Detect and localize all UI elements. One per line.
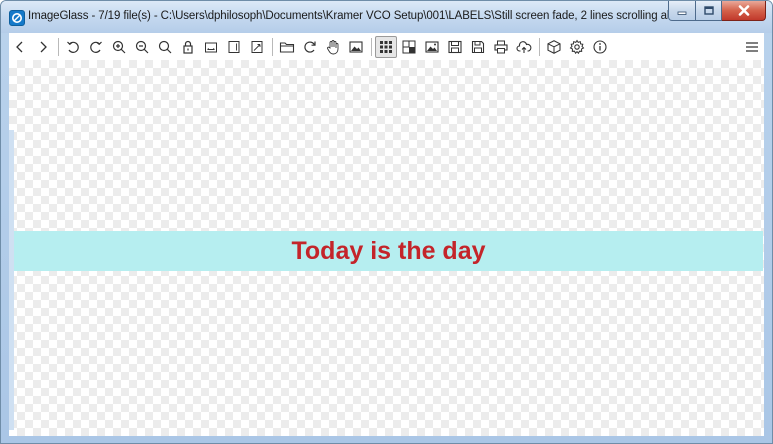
upload-icon <box>516 40 532 53</box>
chevron-right-icon <box>40 41 47 52</box>
scale-to-fit-button[interactable] <box>246 36 268 58</box>
box-icon <box>547 39 561 54</box>
minimize-icon <box>677 11 687 15</box>
main-menu-button[interactable] <box>741 36 763 58</box>
image-banner: Today is the day <box>14 231 763 271</box>
fullscreen-icon <box>425 40 439 53</box>
scale-width-icon <box>205 42 217 52</box>
go-to-image-button[interactable] <box>322 36 344 58</box>
picture-icon <box>349 40 363 53</box>
scale-height-icon <box>228 40 240 53</box>
close-icon <box>738 5 749 16</box>
full-screen-button[interactable] <box>421 36 443 58</box>
scale-fit-icon <box>251 40 263 53</box>
close-button[interactable] <box>722 1 766 21</box>
toolbar <box>9 33 764 60</box>
view-next-button[interactable] <box>32 36 54 58</box>
lock-icon <box>183 40 193 54</box>
slideshow-button[interactable] <box>444 36 466 58</box>
caption-buttons <box>668 1 766 21</box>
scale-to-width-button[interactable] <box>200 36 222 58</box>
checkerboard-button[interactable] <box>398 36 420 58</box>
imageglass-logo-icon <box>9 10 25 26</box>
toolbar-separator <box>272 37 273 56</box>
rotate-right-button[interactable] <box>85 36 107 58</box>
refresh-button[interactable] <box>299 36 321 58</box>
upload-button[interactable] <box>513 36 535 58</box>
save-button[interactable] <box>467 36 489 58</box>
hamburger-menu-icon <box>746 41 758 52</box>
zoom-in-button[interactable] <box>108 36 130 58</box>
print-icon <box>494 40 508 53</box>
open-file-button[interactable] <box>276 36 298 58</box>
zoom-out-button[interactable] <box>131 36 153 58</box>
settings-button[interactable] <box>566 36 588 58</box>
print-button[interactable] <box>490 36 512 58</box>
refresh-icon <box>304 40 316 53</box>
banner-text: Today is the day <box>291 236 486 265</box>
scale-to-height-button[interactable] <box>223 36 245 58</box>
rotate-left-button[interactable] <box>62 36 84 58</box>
about-button[interactable] <box>589 36 611 58</box>
toolbar-separator <box>371 37 372 56</box>
checkerboard-icon <box>402 40 416 53</box>
lock-zoom-button[interactable] <box>177 36 199 58</box>
minimize-button[interactable] <box>668 1 696 21</box>
maximize-icon <box>703 6 714 15</box>
image-viewer[interactable]: Today is the day <box>9 60 764 436</box>
zoom-in-icon <box>112 40 126 53</box>
window-fit-button[interactable] <box>345 36 367 58</box>
maximize-button[interactable] <box>696 1 722 21</box>
chevron-left-icon <box>16 41 23 52</box>
title-bar[interactable]: ImageGlass - 7/19 file(s) - C:\Users\dph… <box>1 1 772 33</box>
magnifier-icon <box>158 40 172 53</box>
toolbar-separator <box>58 37 59 56</box>
save-icon <box>471 40 485 53</box>
view-previous-button[interactable] <box>9 36 31 58</box>
rotate-right-icon <box>90 41 102 53</box>
thumbnail-grid-icon <box>380 40 392 53</box>
plugins-button[interactable] <box>543 36 565 58</box>
imageglass-window: ImageGlass - 7/19 file(s) - C:\Users\dph… <box>0 0 773 444</box>
actual-size-button[interactable] <box>154 36 176 58</box>
gear-icon <box>569 39 585 54</box>
rotate-left-icon <box>67 41 79 53</box>
slideshow-icon <box>448 40 462 53</box>
toolbar-separator <box>539 37 540 56</box>
window-title: ImageGlass - 7/19 file(s) - C:\Users\dph… <box>28 10 668 22</box>
info-icon <box>593 39 607 54</box>
hand-icon <box>327 39 339 54</box>
folder-icon <box>279 41 295 53</box>
zoom-out-icon <box>135 40 149 53</box>
viewer-left-edge <box>9 130 14 430</box>
thumbnail-bar-button[interactable] <box>375 35 397 58</box>
